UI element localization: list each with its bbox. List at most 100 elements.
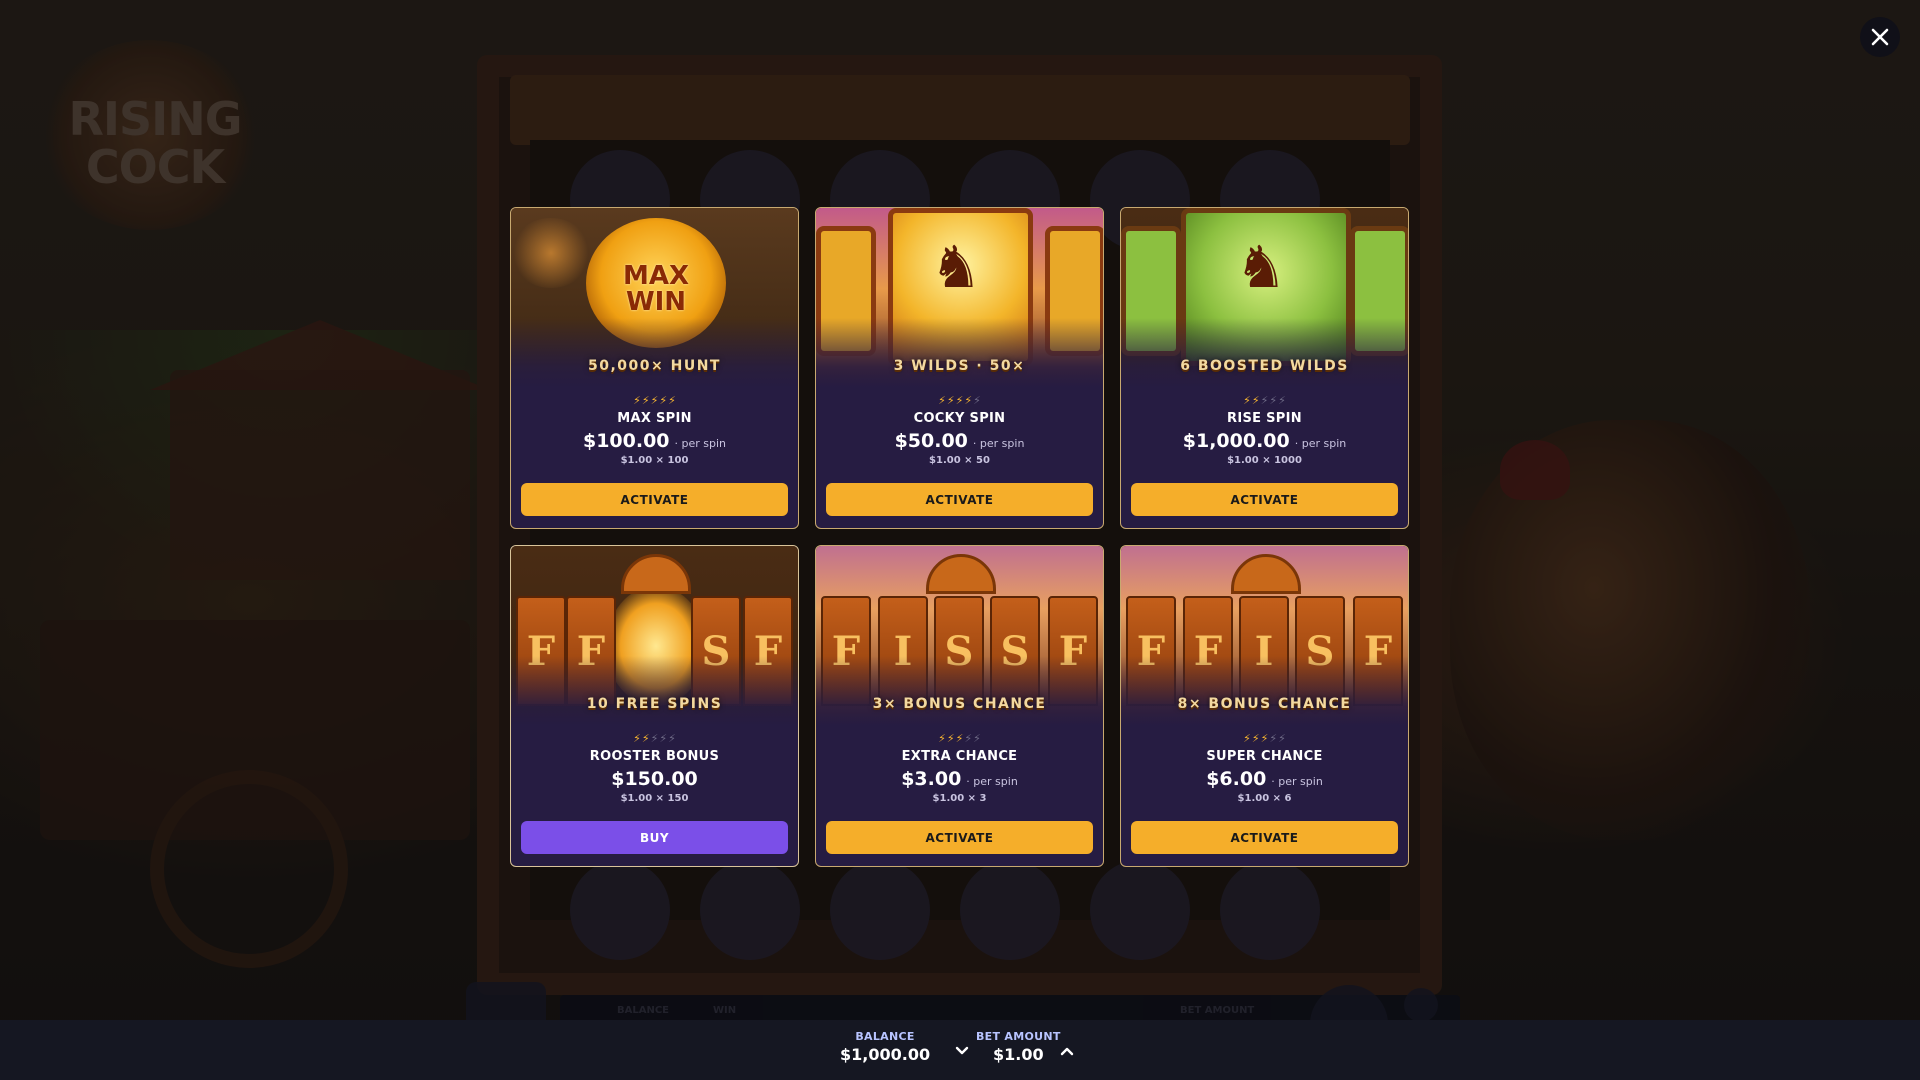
bonus-card-extra-chance: F I S S F 3× BONUS CHANCE ⚡ ⚡ ⚡ ⚡ ⚡ EXTRA CH… xyxy=(815,545,1104,867)
price-line: $100.00 · per spin xyxy=(583,430,726,452)
card-body: ⚡ ⚡ ⚡ ⚡ ⚡ RISE SPIN $1,000.00 · per spin $1.… xyxy=(1121,388,1408,528)
close-icon xyxy=(1871,28,1889,46)
balance-label: BALANCE xyxy=(855,1030,915,1043)
price-formula: $1.00 × 1000 xyxy=(1227,455,1302,466)
bonus-card-cocky-spin: ♞ 3 WILDS · 50× ⚡ ⚡ ⚡ ⚡ ⚡ COCKY SPIN $50.00 … xyxy=(815,207,1104,529)
max-win-badge-text: MAX WIN xyxy=(622,261,690,317)
price-formula: $1.00 × 3 xyxy=(932,793,987,804)
card-name: MAX SPIN xyxy=(617,411,692,426)
bolt-icon: ⚡ xyxy=(938,732,946,745)
bet-amount-display: BET AMOUNT $1.00 xyxy=(976,1030,1061,1064)
per-spin-label: · per spin xyxy=(1271,775,1323,788)
bolt-icon: ⚡ xyxy=(964,732,973,745)
volatility-rating: ⚡ ⚡ ⚡ ⚡ ⚡ xyxy=(633,732,676,746)
volatility-rating: ⚡ ⚡ ⚡ ⚡ ⚡ xyxy=(1243,732,1286,746)
price-formula: $1.00 × 150 xyxy=(620,793,689,804)
close-button[interactable] xyxy=(1860,17,1900,57)
activate-button[interactable]: ACTIVATE xyxy=(1131,821,1398,854)
bolt-icon: ⚡ xyxy=(650,394,659,407)
per-spin-label: · per spin xyxy=(674,437,727,450)
activate-button[interactable]: ACTIVATE xyxy=(1131,483,1398,516)
rooster-icon: ♞ xyxy=(1235,233,1287,301)
price-line: $150.00 xyxy=(611,768,698,790)
card-art: F F S F 10 FREE SPINS xyxy=(511,546,798,726)
bet-amount-value: $1.00 xyxy=(993,1045,1044,1064)
bolt-icon: ⚡ xyxy=(633,732,641,745)
bolt-icon: ⚡ xyxy=(1243,732,1251,745)
bonus-card-rooster-bonus: F F S F 10 FREE SPINS ⚡ ⚡ ⚡ ⚡ ⚡ ROOSTER BONU… xyxy=(510,545,799,867)
activate-button[interactable]: ACTIVATE xyxy=(826,821,1093,854)
volatility-rating: ⚡ ⚡ ⚡ ⚡ ⚡ xyxy=(633,394,676,408)
status-bar: BALANCE $1,000.00 BET AMOUNT $1.00 xyxy=(0,1020,1920,1080)
volatility-rating: ⚡ ⚡ ⚡ ⚡ ⚡ xyxy=(938,732,981,746)
card-body: ⚡ ⚡ ⚡ ⚡ ⚡ EXTRA CHANCE $3.00 · per spin $1.0… xyxy=(816,726,1103,866)
card-body: ⚡ ⚡ ⚡ ⚡ ⚡ MAX SPIN $100.00 · per spin $1.00 … xyxy=(511,388,798,528)
bonus-buy-grid: MAX WIN 50,000× HUNT ⚡ ⚡ ⚡ ⚡ ⚡ MAX SPIN $100.… xyxy=(510,207,1409,867)
volatility-rating: ⚡ ⚡ ⚡ ⚡ ⚡ xyxy=(938,394,981,408)
activate-button[interactable]: ACTIVATE xyxy=(826,483,1093,516)
card-price: $1,000.00 xyxy=(1182,430,1290,452)
chevron-down-icon[interactable] xyxy=(953,1042,971,1060)
card-art: MAX WIN 50,000× HUNT xyxy=(511,208,798,388)
bonus-card-rise-spin: ♞ 6 BOOSTED WILDS ⚡ ⚡ ⚡ ⚡ ⚡ RISE SPIN $1,000… xyxy=(1120,207,1409,529)
price-line: $1,000.00 · per spin xyxy=(1183,430,1347,452)
card-name: COCKY SPIN xyxy=(913,411,1006,426)
bolt-icon: ⚡ xyxy=(1260,394,1269,407)
card-art-title: 3× BONUS CHANCE xyxy=(872,696,1047,712)
card-price: $6.00 xyxy=(1206,768,1267,790)
balance-display: BALANCE $1,000.00 xyxy=(840,1030,930,1064)
bolt-icon: ⚡ xyxy=(633,394,641,407)
bolt-icon: ⚡ xyxy=(955,732,964,745)
card-name: RISE SPIN xyxy=(1227,411,1302,426)
per-spin-label: · per spin xyxy=(972,437,1025,450)
bolt-icon: ⚡ xyxy=(964,394,973,407)
bolt-icon: ⚡ xyxy=(668,732,676,745)
bolt-icon: ⚡ xyxy=(1251,394,1260,407)
price-formula: $1.00 × 50 xyxy=(929,455,990,466)
buy-button[interactable]: BUY xyxy=(521,821,788,854)
bolt-icon: ⚡ xyxy=(955,394,964,407)
bolt-icon: ⚡ xyxy=(650,732,659,745)
card-body: ⚡ ⚡ ⚡ ⚡ ⚡ SUPER CHANCE $6.00 · per spin $1.0… xyxy=(1121,726,1408,866)
bolt-icon: ⚡ xyxy=(1260,732,1269,745)
card-art-title: 6 BOOSTED WILDS xyxy=(1180,358,1349,374)
card-name: EXTRA CHANCE xyxy=(901,749,1018,764)
bolt-icon: ⚡ xyxy=(946,732,955,745)
bet-amount-label: BET AMOUNT xyxy=(976,1030,1061,1043)
card-price: $150.00 xyxy=(611,768,698,790)
bolt-icon: ⚡ xyxy=(1251,732,1260,745)
bolt-icon: ⚡ xyxy=(938,394,946,407)
price-line: $3.00 · per spin xyxy=(901,768,1018,790)
card-body: ⚡ ⚡ ⚡ ⚡ ⚡ COCKY SPIN $50.00 · per spin $1.00… xyxy=(816,388,1103,528)
card-art: ♞ 3 WILDS · 50× xyxy=(816,208,1103,388)
bolt-icon: ⚡ xyxy=(973,732,981,745)
bolt-icon: ⚡ xyxy=(641,732,650,745)
chevron-up-icon[interactable] xyxy=(1058,1042,1076,1060)
card-price: $100.00 xyxy=(582,430,670,452)
card-price: $3.00 xyxy=(901,768,962,790)
card-price: $50.00 xyxy=(894,430,968,452)
bolt-icon: ⚡ xyxy=(1243,394,1251,407)
bolt-icon: ⚡ xyxy=(659,732,668,745)
activate-button[interactable]: ACTIVATE xyxy=(521,483,788,516)
balance-value: $1,000.00 xyxy=(840,1045,931,1064)
bolt-icon: ⚡ xyxy=(641,394,650,407)
price-line: $50.00 · per spin xyxy=(895,430,1025,452)
per-spin-label: · per spin xyxy=(966,775,1018,788)
bolt-icon: ⚡ xyxy=(659,394,668,407)
card-name: SUPER CHANCE xyxy=(1206,749,1323,764)
card-art-title: 3 WILDS · 50× xyxy=(893,358,1026,374)
rooster-icon: ♞ xyxy=(930,233,982,301)
bolt-icon: ⚡ xyxy=(1269,732,1278,745)
volatility-rating: ⚡ ⚡ ⚡ ⚡ ⚡ xyxy=(1243,394,1286,408)
price-line: $6.00 · per spin xyxy=(1206,768,1323,790)
bonus-card-max-spin: MAX WIN 50,000× HUNT ⚡ ⚡ ⚡ ⚡ ⚡ MAX SPIN $100.… xyxy=(510,207,799,529)
card-art-title: 10 FREE SPINS xyxy=(586,696,723,712)
card-art-title: 50,000× HUNT xyxy=(588,358,721,374)
card-name: ROOSTER BONUS xyxy=(589,749,720,764)
card-art: F I S S F 3× BONUS CHANCE xyxy=(816,546,1103,726)
bonus-card-super-chance: F F I S F 8× BONUS CHANCE ⚡ ⚡ ⚡ ⚡ ⚡ SUPER CH… xyxy=(1120,545,1409,867)
card-art: ♞ 6 BOOSTED WILDS xyxy=(1121,208,1408,388)
bolt-icon: ⚡ xyxy=(1278,732,1286,745)
card-art: F F I S F 8× BONUS CHANCE xyxy=(1121,546,1408,726)
